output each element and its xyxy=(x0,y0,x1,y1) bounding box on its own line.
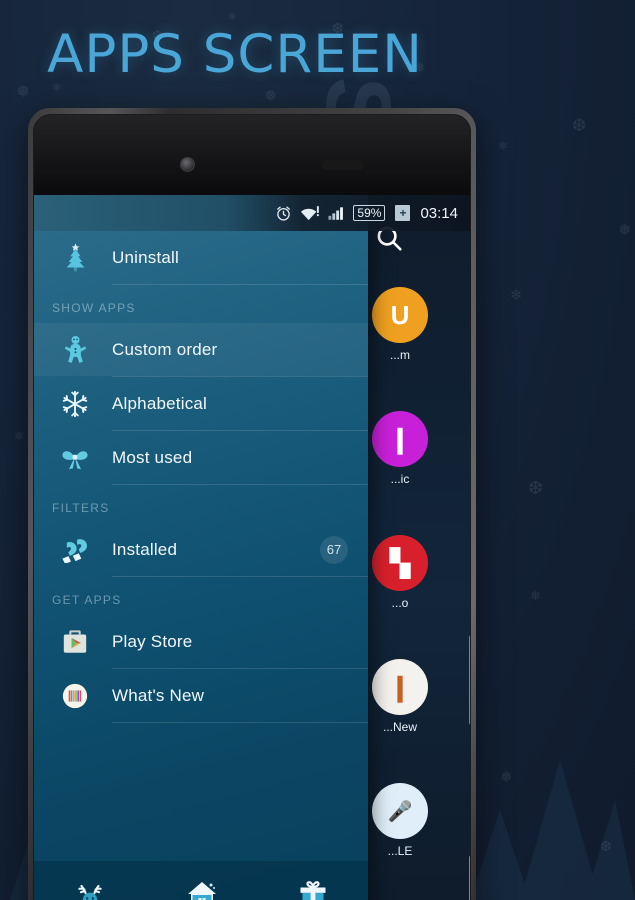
drawer-item-label: Most used xyxy=(112,447,193,467)
app-icon: U xyxy=(372,287,428,343)
phone-mockup: U ...m ❙ ...ic ▚ ...o ❙ ...New 🎤 ...LE U… xyxy=(28,108,476,900)
status-bar-clock: 03:14 xyxy=(420,204,458,222)
gift-box-icon[interactable] xyxy=(297,879,329,900)
play-store-icon xyxy=(52,628,98,656)
app-icon: ▚ xyxy=(372,535,428,591)
drawer-item-whats-new[interactable]: What's New xyxy=(34,669,368,722)
snowflake-icon: ❅ xyxy=(16,82,31,102)
snowy-house-icon[interactable] xyxy=(186,879,218,900)
navigation-drawer: Uninstall SHOW APPS Custom order Alphabe… xyxy=(34,195,368,900)
app-icon: ❙ xyxy=(372,411,428,467)
drawer-item-play-store[interactable]: Play Store xyxy=(34,615,368,668)
earpiece-speaker xyxy=(322,160,364,170)
cellular-signal-icon xyxy=(328,205,345,221)
ribbon-bow-icon xyxy=(52,445,98,471)
drawer-item-label: Alphabetical xyxy=(112,393,208,413)
gingerbread-man-icon xyxy=(52,335,98,364)
app-icon: 🎤 xyxy=(372,783,428,839)
page-title: APPS SCREEN xyxy=(47,24,423,85)
status-badge: 67 xyxy=(320,535,348,564)
drawer-section-header-show-apps: SHOW APPS xyxy=(52,301,136,315)
status-bar: 59% + 03:14 xyxy=(34,195,470,231)
snowflake-icon: ❄ xyxy=(498,139,509,153)
drawer-item-label: Uninstall xyxy=(112,247,179,267)
bottom-navigation-bar xyxy=(34,861,368,900)
snowflake-icon xyxy=(52,390,98,418)
drawer-item-label: Custom order xyxy=(112,339,218,359)
snowflake-icon: ❄ xyxy=(228,12,237,23)
volume-button[interactable] xyxy=(469,855,470,900)
drawer-scroll-area[interactable]: Uninstall SHOW APPS Custom order Alphabe… xyxy=(34,195,368,861)
phone-screen-bezel: U ...m ❙ ...ic ▚ ...o ❙ ...New 🎤 ...LE U… xyxy=(33,114,471,900)
battery-charging-icon: + xyxy=(395,205,411,221)
snowflake-icon: ❄ xyxy=(510,286,523,304)
snowflake-icon: ❆ xyxy=(528,478,544,499)
reindeer-icon[interactable] xyxy=(73,879,107,900)
mittens-icon xyxy=(52,536,98,563)
christmas-tree-icon xyxy=(52,243,98,272)
drawer-section-header-get-apps: GET APPS xyxy=(52,593,122,607)
drawer-item-installed[interactable]: Installed 67 xyxy=(34,523,368,576)
phone-top-bezel xyxy=(34,115,470,195)
drawer-item-label: Play Store xyxy=(112,631,193,651)
drawer-item-uninstall[interactable]: Uninstall xyxy=(34,231,368,284)
snowflake-icon: ❅ xyxy=(618,220,632,239)
drawer-item-label: Installed xyxy=(112,539,178,559)
snowflake-icon: ❆ xyxy=(572,116,587,136)
battery-level-label: 59% xyxy=(357,206,382,220)
wifi-warning-icon xyxy=(300,205,320,221)
drawer-section-header-filters: FILTERS xyxy=(52,501,110,515)
drawer-item-alphabetical[interactable]: Alphabetical xyxy=(34,377,368,430)
phone-screen: U ...m ❙ ...ic ▚ ...o ❙ ...New 🎤 ...LE U… xyxy=(34,195,470,900)
snowflake-icon: ❅ xyxy=(264,86,278,105)
front-camera-icon xyxy=(180,157,195,172)
app-icon: ❙ xyxy=(372,659,428,715)
power-button[interactable] xyxy=(469,635,470,725)
battery-indicator: 59% xyxy=(353,205,386,221)
drawer-item-custom-order[interactable]: Custom order xyxy=(34,323,368,376)
drawer-item-label: What's New xyxy=(112,685,205,705)
drawer-item-most-used[interactable]: Most used xyxy=(34,431,368,484)
whats-new-icon xyxy=(52,682,98,710)
divider xyxy=(112,722,368,723)
snowflake-icon: ❄ xyxy=(14,429,25,443)
alarm-clock-icon xyxy=(275,205,292,222)
